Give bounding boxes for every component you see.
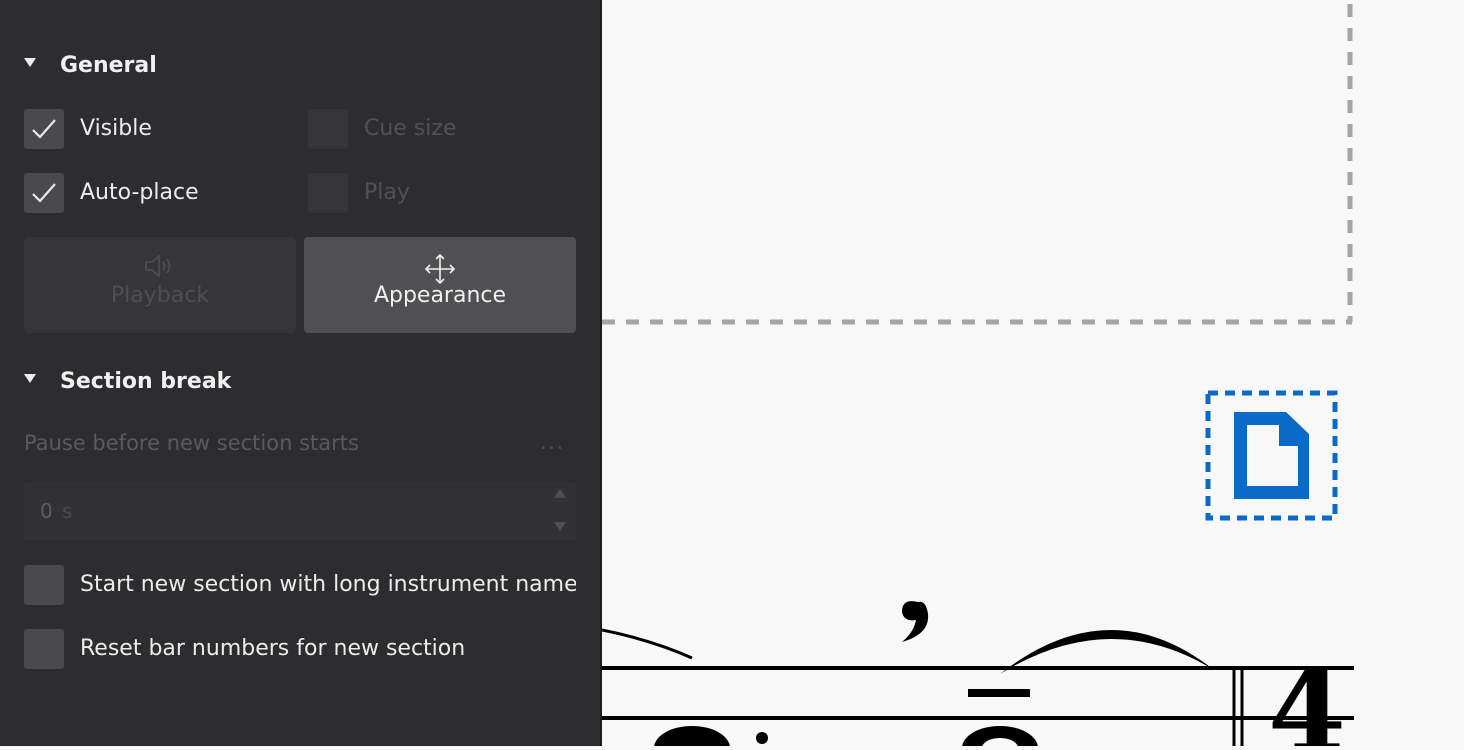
speaker-icon: [143, 253, 177, 283]
spin-up-icon[interactable]: [554, 489, 566, 498]
more-options-icon[interactable]: ···: [540, 436, 565, 460]
play-checkbox[interactable]: [308, 173, 348, 213]
playback-button-label: Playback: [110, 283, 210, 308]
long-names-label-clip: Start new section with long instrument n…: [80, 572, 576, 602]
visible-label: Visible: [80, 116, 152, 141]
playback-button[interactable]: Playback: [24, 237, 296, 333]
pause-spinbox[interactable]: 0 s: [24, 482, 576, 540]
section-general-title: General: [60, 53, 157, 78]
auto-place-label: Auto-place: [80, 180, 199, 205]
reset-bar-checkbox[interactable]: [24, 629, 64, 669]
cue-size-label: Cue size: [364, 116, 457, 141]
collapse-triangle-icon[interactable]: [24, 374, 36, 383]
appearance-button[interactable]: Appearance: [304, 237, 576, 333]
checkmark-icon: [32, 119, 56, 139]
time-signature-top: 4: [1268, 646, 1346, 746]
collapse-triangle-icon[interactable]: [24, 58, 36, 67]
section-break-title: Section break: [60, 369, 232, 394]
checkmark-icon: [32, 183, 56, 203]
spin-down-icon[interactable]: [554, 522, 566, 531]
ledger-line: [968, 689, 1030, 697]
auto-place-checkbox[interactable]: [24, 173, 64, 213]
long-names-checkbox[interactable]: [24, 565, 64, 605]
pause-label: Pause before new section starts: [24, 431, 359, 455]
reset-bar-label: Reset bar numbers for new section: [80, 636, 466, 661]
pause-value: 0: [40, 499, 53, 523]
play-label: Play: [364, 180, 410, 205]
pause-unit: s: [62, 499, 73, 523]
cue-size-checkbox[interactable]: [308, 109, 348, 149]
long-names-label: Start new section with long instrument n…: [80, 572, 576, 597]
frame-outline: [602, 4, 1353, 325]
slur: [601, 628, 693, 660]
visible-checkbox[interactable]: [24, 109, 64, 149]
appearance-button-label: Appearance: [373, 283, 507, 308]
breath-mark: [902, 601, 929, 642]
section-break-marker[interactable]: [1205, 390, 1338, 521]
score-canvas[interactable]: 4: [601, 0, 1464, 750]
clef-part: [654, 726, 730, 750]
properties-panel: General Visible Cue size Auto-place Play…: [0, 0, 602, 746]
